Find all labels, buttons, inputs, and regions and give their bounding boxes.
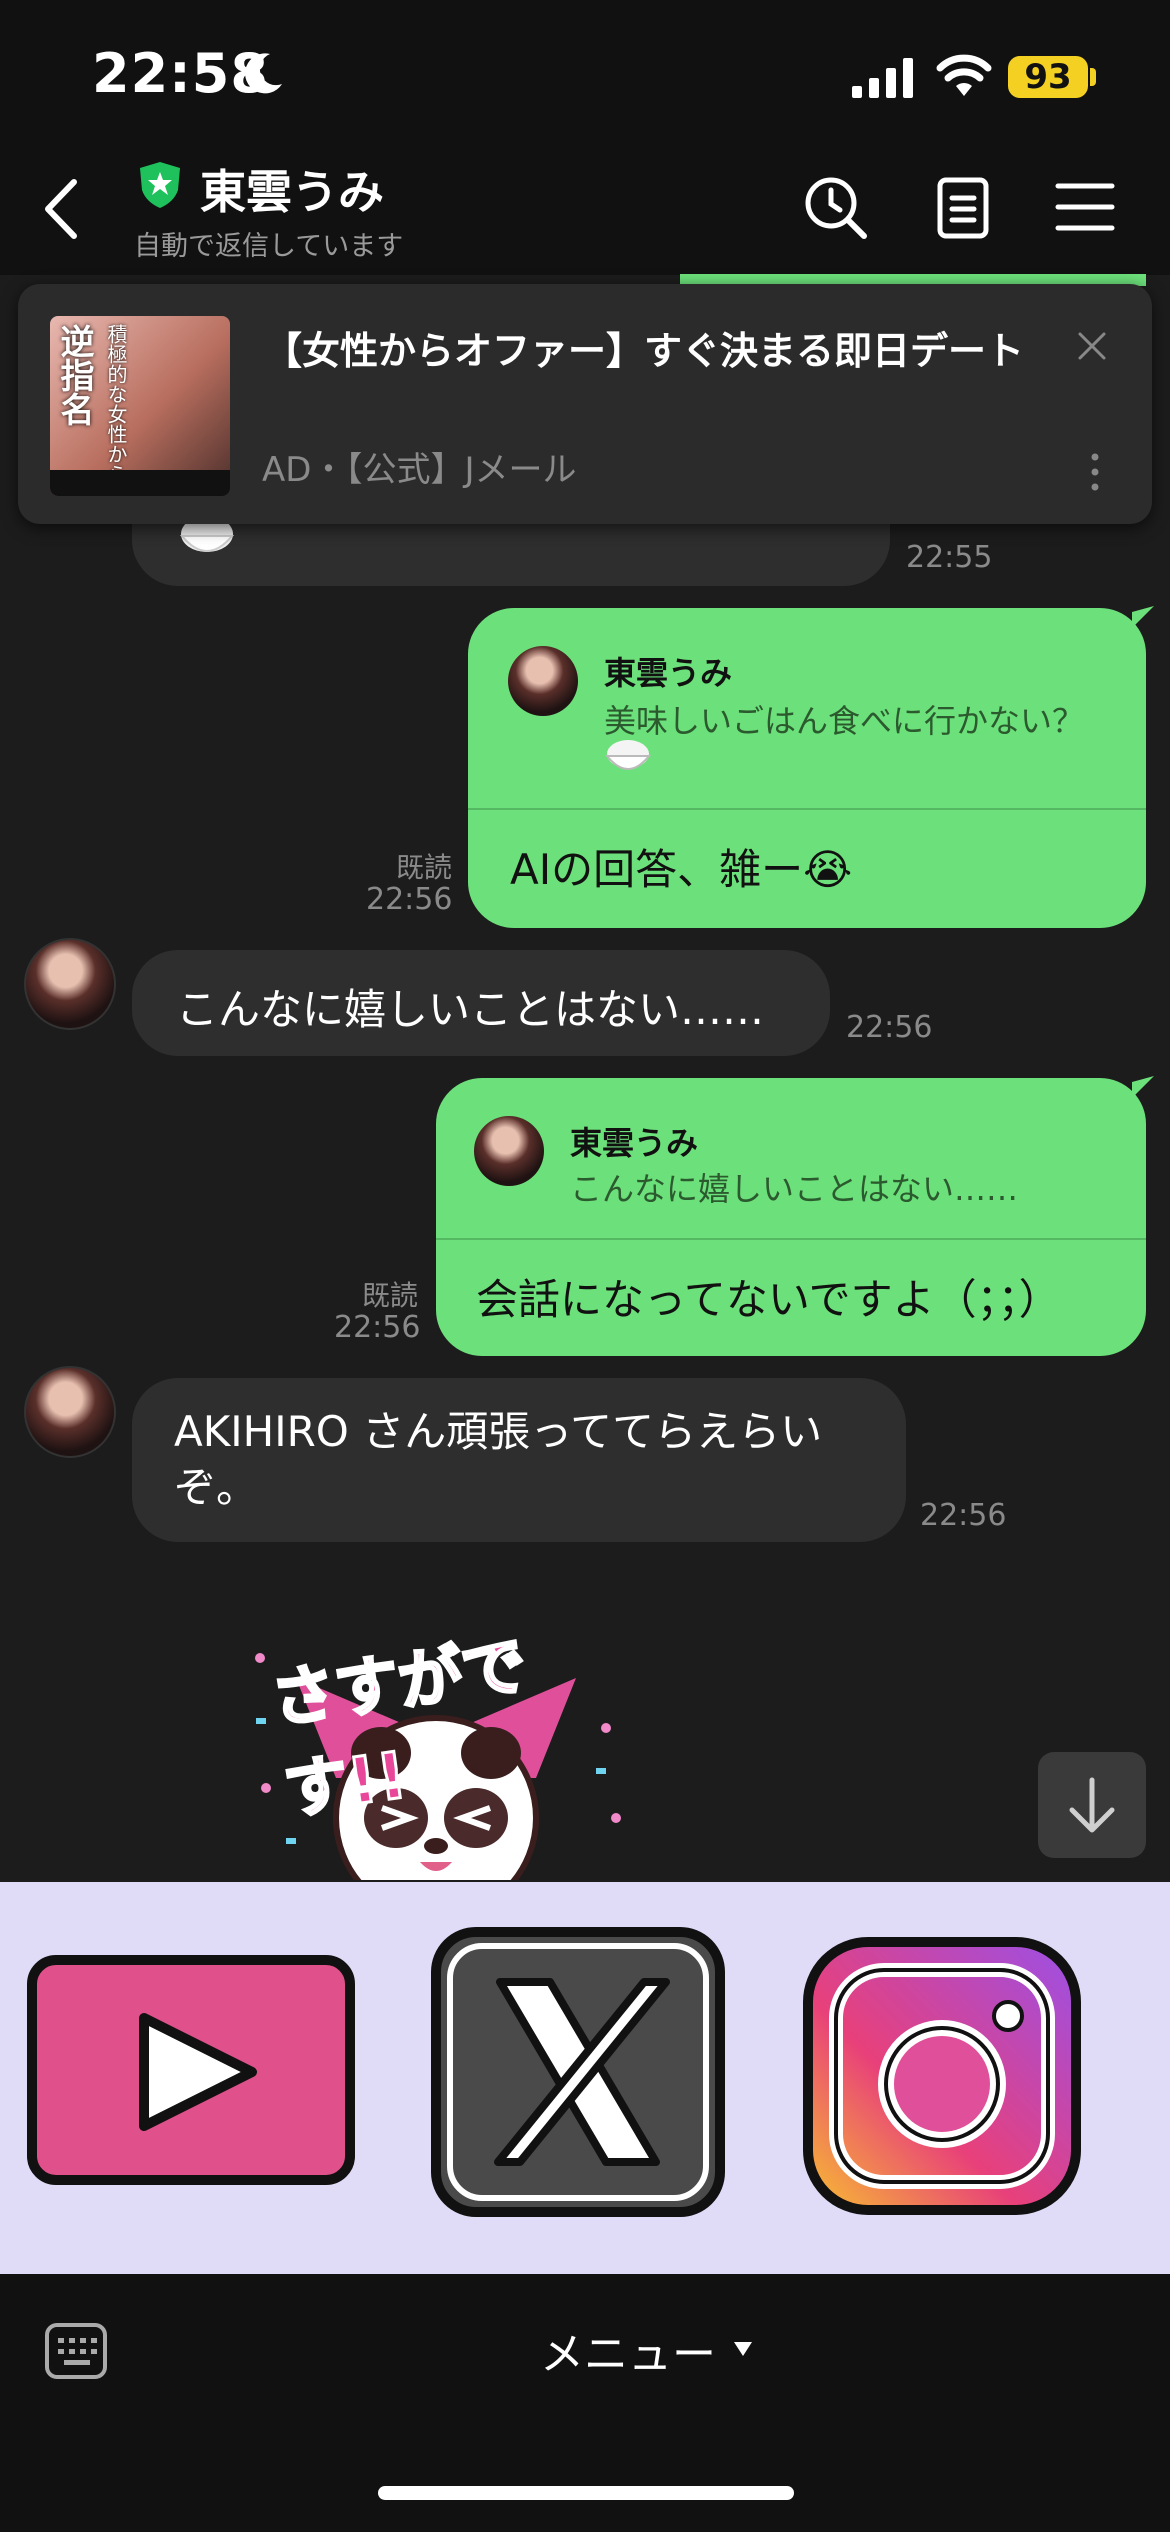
ad-source: AD・【公式】Jメール <box>262 450 577 490</box>
ad-thumbnail[interactable]: 逆指名 積極的な女性から <box>50 316 230 496</box>
moon-icon <box>245 53 282 94</box>
battery-indicator: 93 <box>1008 56 1088 98</box>
message-time: 22:56 <box>920 1498 1007 1533</box>
ad-thumbnail-subtext: 積極的な女性から <box>104 324 128 484</box>
wifi-icon <box>936 54 992 96</box>
reply-sender-name: 東雲うみ <box>570 1124 699 1162</box>
back-icon[interactable] <box>40 176 84 242</box>
instagram-button[interactable] <box>802 1936 1082 2216</box>
arrow-down-icon <box>1069 1777 1115 1833</box>
message-text: 会話になってないですよ（；；） <box>476 1275 1061 1324</box>
more-options-icon[interactable] <box>1090 452 1100 492</box>
close-icon[interactable] <box>1076 330 1108 362</box>
read-receipt: 既読 <box>395 851 452 884</box>
contact-name[interactable]: 東雲うみ <box>200 156 384 222</box>
message-time: 22:56 <box>334 1310 421 1345</box>
official-shield-icon <box>140 162 180 208</box>
message-time: 22:56 <box>366 882 453 917</box>
youtube-icon <box>27 1955 355 2185</box>
contact-avatar[interactable] <box>24 1366 116 1458</box>
scroll-to-bottom-button[interactable] <box>1038 1752 1146 1858</box>
panda-sticker[interactable]: さすがです!! <box>236 1618 636 1880</box>
signal-icon <box>852 58 913 98</box>
home-indicator[interactable] <box>378 2486 794 2500</box>
rice-bowl-emoji <box>604 740 652 770</box>
reply-quote-text: 美味しいごはん食べに行かない？ <box>604 702 1085 740</box>
reply-divider <box>436 1238 1146 1240</box>
reply-avatar <box>474 1116 544 1186</box>
ad-thumbnail-text: 逆指名 <box>54 324 94 426</box>
search-icon[interactable] <box>800 172 870 242</box>
notes-icon[interactable] <box>928 172 998 242</box>
ad-title[interactable]: 【女性からオファー】すぐ決まる即日デート <box>264 324 1024 378</box>
x-logo-icon <box>431 1927 725 2217</box>
reply-quote-text: こんなに嬉しいことはない…… <box>570 1170 1019 1208</box>
bubble-tail <box>1132 1076 1154 1098</box>
rich-menu <box>0 1882 1170 2274</box>
menu-toggle-label[interactable]: メニュー <box>540 2318 716 2382</box>
battery-tip <box>1090 68 1096 86</box>
youtube-button[interactable] <box>26 1954 356 2186</box>
contact-avatar[interactable] <box>24 938 116 1030</box>
reply-sender-name: 東雲うみ <box>604 654 733 692</box>
instagram-icon <box>803 1937 1081 2215</box>
caret-down-icon[interactable] <box>734 2342 752 2356</box>
ad-thumbnail-strip <box>50 470 230 496</box>
message-text: AIの回答、雑ー😭 <box>510 845 853 894</box>
x-button[interactable] <box>430 1926 726 2218</box>
message-time: 22:55 <box>906 540 993 575</box>
menu-icon[interactable] <box>1050 172 1120 242</box>
bubble-tail <box>1132 606 1154 628</box>
message-time: 22:56 <box>846 1010 933 1045</box>
keyboard-icon[interactable] <box>44 2322 108 2380</box>
message-text: こんなに嬉しいことはない…… <box>176 985 765 1034</box>
reply-avatar <box>508 646 578 716</box>
contact-status: 自動で返信しています <box>134 231 404 262</box>
read-receipt: 既読 <box>361 1279 418 1312</box>
message-text: AKIHIRO さん頑張っててらえらいぞ。 <box>174 1407 823 1512</box>
reply-divider <box>468 808 1146 810</box>
